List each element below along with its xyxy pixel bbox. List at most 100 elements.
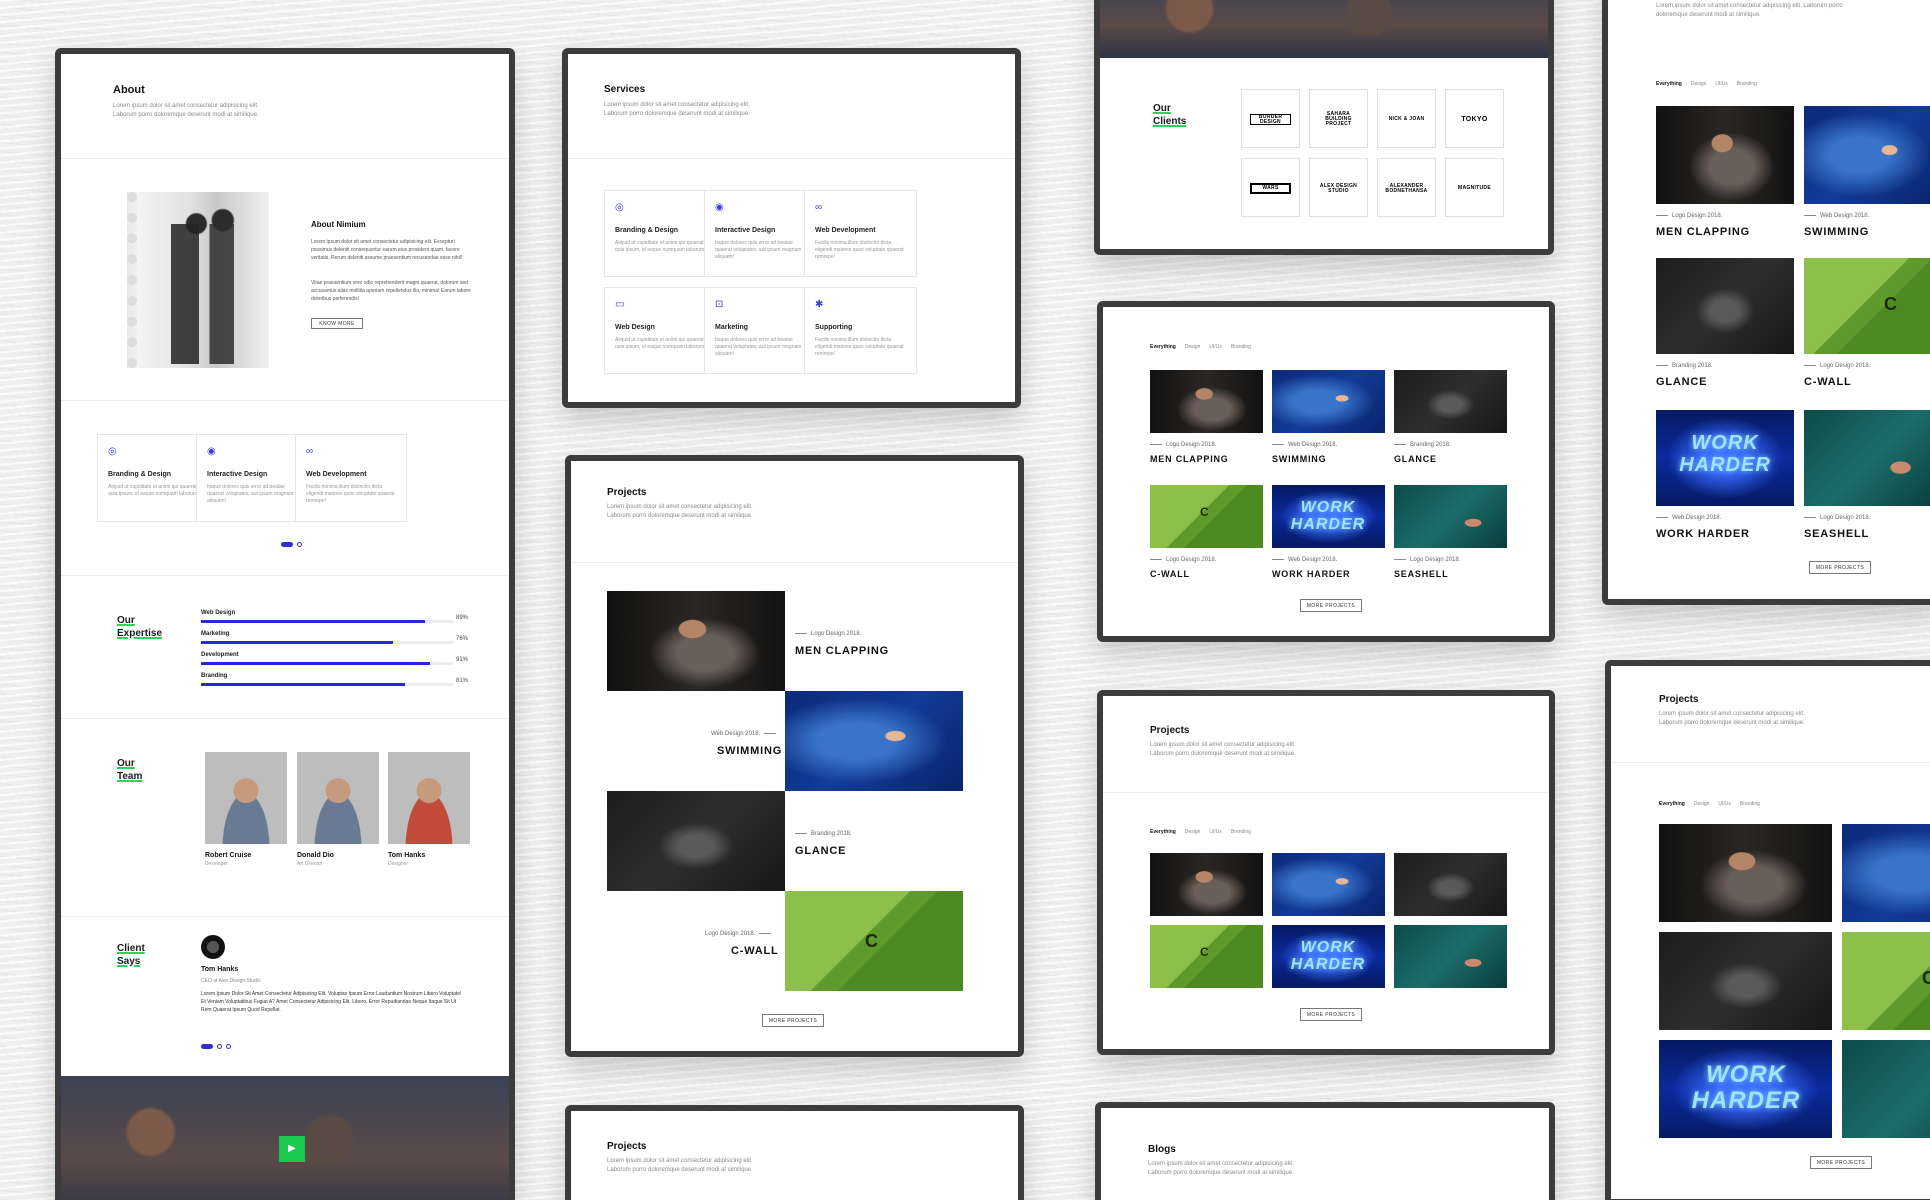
project-title[interactable]: SEASHELL [1804, 528, 1869, 540]
project-title[interactable]: MEN CLAPPING [1150, 454, 1229, 464]
project-image-glance[interactable] [1656, 258, 1794, 354]
project-image-seashell[interactable] [1804, 410, 1930, 506]
testimonial-dots[interactable] [201, 1038, 235, 1056]
page-subtitle: Lorem ipsum dolor sit amet consectetur a… [1150, 742, 1296, 757]
service-card-marketing[interactable]: ⊡ Marketing Itaque dolores quis error ad … [704, 287, 817, 374]
client-logo-magnitude: MAGNITUDE [1445, 158, 1504, 217]
service-card-branding[interactable]: ◎ Branding & Design Aliquid ut cupiditat… [97, 434, 209, 522]
service-card-interactive[interactable]: ◉ Interactive Design Itaque dolores quis… [196, 434, 308, 522]
more-projects-button[interactable]: More Projects [1300, 599, 1362, 612]
know-more-button[interactable]: Know More [311, 318, 363, 329]
service-card-branding[interactable]: ◎ Branding & Design Aliquid ut cupiditate… [604, 190, 717, 277]
project-image-swimming[interactable] [1804, 106, 1930, 204]
filter-branding[interactable]: Branding [1740, 801, 1760, 807]
project-title[interactable]: MEN CLAPPING [795, 645, 889, 657]
project-image-seashell[interactable] [1394, 925, 1507, 988]
more-projects-button[interactable]: More Projects [1810, 1156, 1872, 1169]
service-card-supporting[interactable]: ✱ Supporting Facilis minima illum distinc… [804, 287, 917, 374]
project-title[interactable]: C-WALL [1150, 569, 1190, 579]
filter-design[interactable]: Design [1694, 801, 1710, 807]
project-filters[interactable]: Everything Design UI/Ux Branding [1656, 81, 1766, 87]
project-filters[interactable]: Everything Design UI/Ux Branding [1659, 801, 1769, 807]
project-image-swimming[interactable] [1272, 370, 1385, 433]
service-card-webdev[interactable]: ∞ Web Development Facilis minima illum di… [804, 190, 917, 277]
page-subtitle: Lorem ipsum dolor sit amet consectetur a… [1659, 711, 1805, 726]
filter-everything[interactable]: Everything [1656, 81, 1682, 87]
project-image-swimming[interactable] [1272, 853, 1385, 916]
project-image-work-harder[interactable]: WORK HARDER [1656, 410, 1794, 506]
project-image-glance[interactable] [1659, 932, 1832, 1030]
project-image-men-clapping[interactable] [1150, 370, 1263, 433]
filter-design[interactable]: Design [1185, 829, 1201, 835]
avatar [388, 752, 470, 844]
project-filters[interactable]: Everything Design UI/Ux Branding [1150, 344, 1260, 350]
filter-uiux[interactable]: UI/Ux [1209, 829, 1222, 835]
project-title[interactable]: SWIMMING [1272, 454, 1326, 464]
project-image-men-clapping[interactable] [1150, 853, 1263, 916]
services-carousel-dots[interactable] [281, 536, 306, 554]
project-image-c-wall[interactable]: C [785, 891, 963, 991]
project-filters[interactable]: Everything Design UI/Ux Branding [1150, 829, 1260, 835]
more-projects-button[interactable]: More Projects [762, 1014, 824, 1027]
more-projects-button[interactable]: More Projects [1809, 561, 1871, 574]
project-image-swimming[interactable] [785, 691, 963, 791]
branding-icon: ◎ [108, 446, 117, 457]
project-image-c-wall[interactable]: C [1150, 925, 1263, 988]
projects-grid-labels-mockup: Everything Design UI/Ux Branding Logo Desig… [1097, 301, 1555, 642]
project-title[interactable]: C-WALL [731, 945, 779, 957]
service-card-interactive[interactable]: ◉ Interactive Design Itaque dolores quis … [704, 190, 817, 277]
project-image-glance[interactable] [1394, 853, 1507, 916]
project-image-men-clapping[interactable] [607, 591, 785, 691]
project-image-glance[interactable] [607, 791, 785, 891]
page-subtitle: Lorem ipsum dolor sit amet consectetur a… [113, 103, 259, 118]
play-button[interactable]: ▶ [279, 1136, 305, 1162]
project-title[interactable]: C-WALL [1804, 376, 1852, 388]
project-category: Branding 2018. [795, 831, 852, 837]
project-image-c-wall[interactable]: C [1804, 258, 1930, 354]
project-image-work-harder[interactable]: WORK HARDER [1272, 485, 1385, 548]
project-image-c-wall[interactable]: C [1842, 932, 1930, 1030]
briefcase-icon: ⊡ [715, 299, 724, 310]
filter-branding[interactable]: Branding [1737, 81, 1757, 87]
project-title[interactable]: GLANCE [795, 845, 846, 857]
project-image-work-harder[interactable]: WORK HARDER [1272, 925, 1385, 988]
project-title[interactable]: GLANCE [1394, 454, 1437, 464]
filter-everything[interactable]: Everything [1150, 829, 1176, 835]
filter-design[interactable]: Design [1691, 81, 1707, 87]
project-image-men-clapping[interactable] [1656, 106, 1794, 204]
project-image-men-clapping[interactable] [1659, 824, 1832, 922]
project-title[interactable]: MEN CLAPPING [1656, 226, 1750, 238]
more-projects-button[interactable]: More Projects [1300, 1008, 1362, 1021]
project-title[interactable]: WORK HARDER [1656, 528, 1750, 540]
project-image-work-harder[interactable]: WORK HARDER [1659, 1040, 1832, 1138]
client-quote: Lorem Ipsum Dolor Sit Amet Consectetur A… [201, 991, 462, 1013]
project-image-glance[interactable] [1394, 370, 1507, 433]
project-image-swimming[interactable] [1842, 824, 1930, 922]
filter-uiux[interactable]: UI/Ux [1718, 801, 1731, 807]
team-member-donald: Donald Dio Art Director [297, 752, 379, 867]
filter-uiux[interactable]: UI/Ux [1209, 344, 1222, 350]
person-icon: ✱ [815, 299, 824, 310]
projects-right-bottom-mockup: Projects Lorem ipsum dolor sit amet cons… [1605, 660, 1930, 1200]
filter-uiux[interactable]: UI/Ux [1715, 81, 1728, 87]
project-title[interactable]: GLANCE [1656, 376, 1707, 388]
filter-design[interactable]: Design [1185, 344, 1201, 350]
project-image-c-wall[interactable]: C [1150, 485, 1263, 548]
project-image-seashell[interactable] [1842, 1040, 1930, 1138]
project-title[interactable]: SWIMMING [1804, 226, 1869, 238]
service-card-webdesign[interactable]: ▭ Web Design Aliquid ut cupiditate et ani… [604, 287, 717, 374]
skill-marketing: Marketing 76% [201, 631, 469, 644]
filter-everything[interactable]: Everything [1659, 801, 1685, 807]
services-page-mockup: Services Lorem ipsum dolor sit amet cons… [562, 48, 1021, 408]
project-title[interactable]: WORK HARDER [1272, 569, 1350, 579]
project-image-seashell[interactable] [1394, 485, 1507, 548]
filter-branding[interactable]: Branding [1231, 344, 1251, 350]
project-title[interactable]: SEASHELL [1394, 569, 1448, 579]
filter-branding[interactable]: Branding [1231, 829, 1251, 835]
filter-everything[interactable]: Everything [1150, 344, 1176, 350]
service-card-webdev[interactable]: ∞ Web Development Facilis minima illum d… [295, 434, 407, 522]
project-title[interactable]: SWIMMING [717, 745, 782, 757]
eye-icon: ◉ [715, 202, 724, 213]
about-page-mockup: About Lorem ipsum dolor sit amet consect… [55, 48, 515, 1200]
people-figures [171, 224, 241, 364]
